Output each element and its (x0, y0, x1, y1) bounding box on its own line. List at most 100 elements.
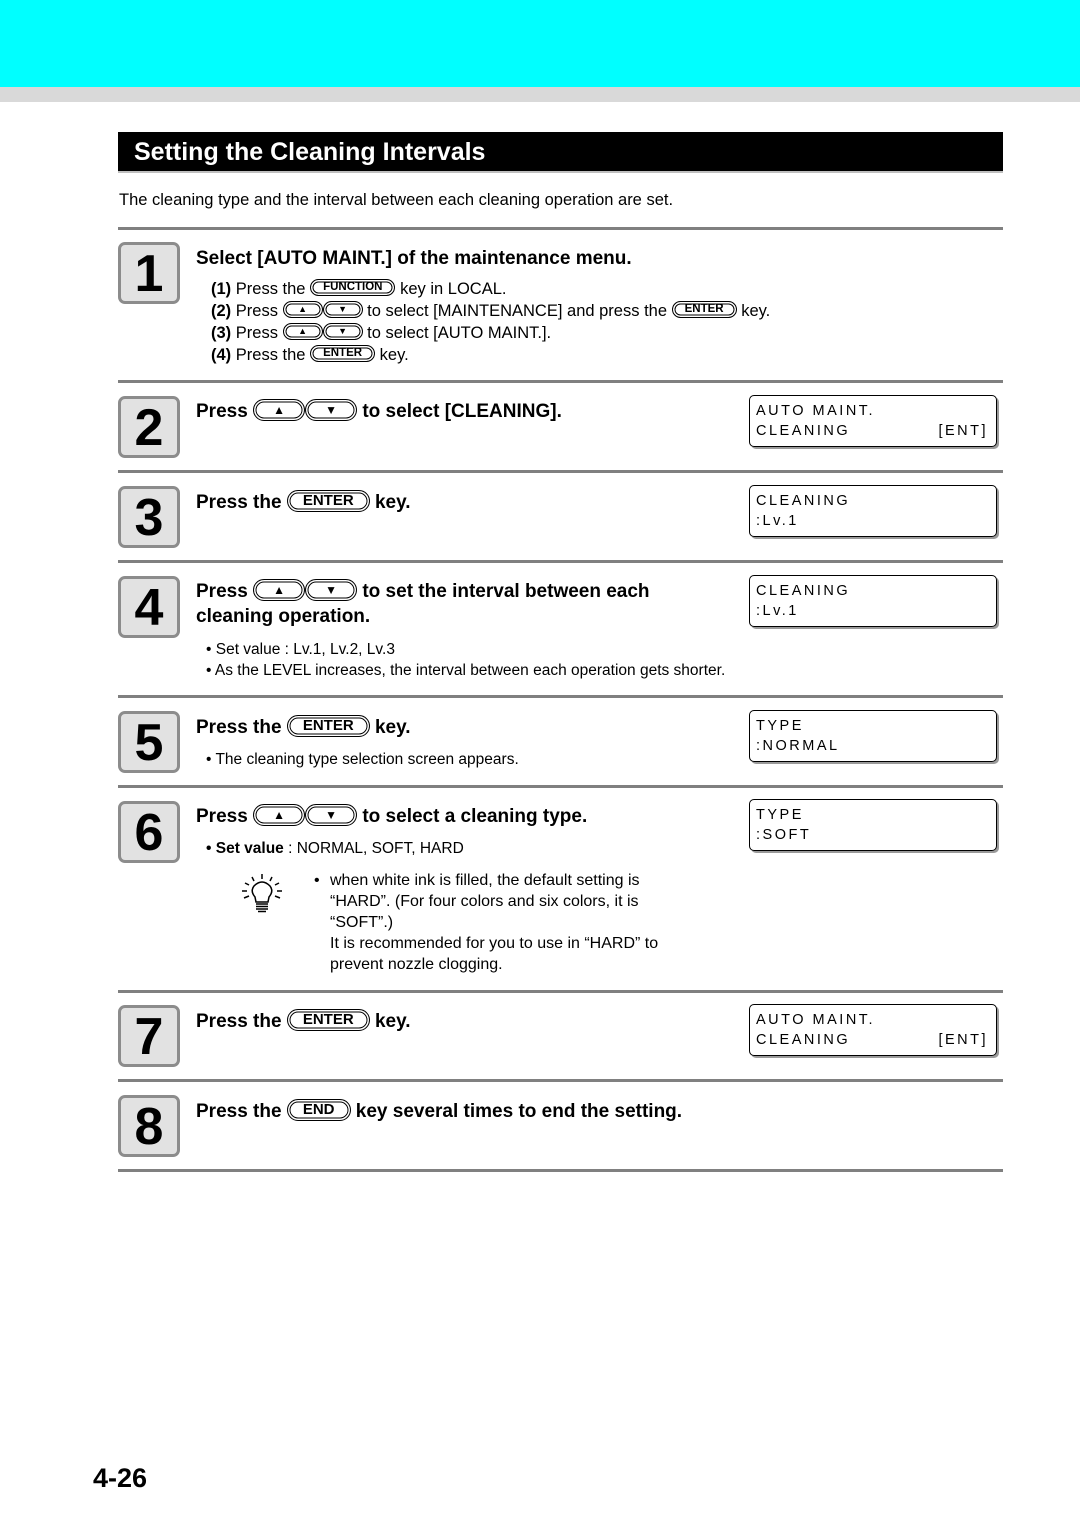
step-3-heading: Press the ENTER key. (196, 489, 411, 515)
section-title-bar: Setting the Cleaning Intervals (118, 132, 1003, 173)
down-arrow-key-icon: ▼ (305, 803, 358, 826)
step-number-4: 4 (118, 576, 180, 638)
note-text: It is recommended for you to use in “HAR… (330, 935, 659, 973)
enter-key-icon: ENTER (671, 301, 737, 319)
substep-number: (1) (211, 280, 232, 298)
function-key-icon: FUNCTION (310, 279, 396, 297)
step-6-heading: Press ▲ ▼ to select a cleaning type. (196, 803, 588, 829)
substep-text: Press the (235, 280, 306, 298)
step-4-heading: Press ▲ ▼ to set the interval between eac… (196, 578, 650, 629)
heading-text: to select a cleaning type. (362, 806, 588, 827)
heading-text: cleaning operation. (196, 606, 371, 627)
lcd-display: CLEANING :Lv.1 (749, 485, 997, 537)
step-number-3: 3 (118, 486, 180, 548)
lightbulb-tip-icon (242, 874, 282, 913)
heading-text: Press the (196, 717, 282, 738)
heading-text: Press (196, 581, 248, 602)
lcd-display: AUTO MAINT. CLEANING [ENT] (749, 395, 997, 447)
step-1-substep-4: (4) Press the ENTER key. (211, 344, 409, 366)
step-1-substep-2: (2) Press ▲ ▼ to select [MAINTENANCE] and… (211, 300, 770, 322)
divider (118, 990, 1003, 993)
lcd-line-1: AUTO MAINT. (756, 1012, 876, 1028)
heading-text: Press (196, 401, 248, 422)
step-5-bullet: • The cleaning type selection screen app… (206, 751, 519, 768)
divider (118, 1079, 1003, 1082)
step-number-1: 1 (118, 242, 180, 304)
lcd-display: AUTO MAINT. CLEANING [ENT] (749, 1004, 997, 1056)
tip-note: • when white ink is filled, the default … (314, 870, 674, 975)
substep-text: key. (379, 346, 409, 364)
substep-number: (3) (211, 324, 232, 342)
step-5-heading: Press the ENTER key. (196, 714, 411, 740)
page-number: 4-26 (93, 1463, 148, 1493)
up-arrow-key-icon: ▲ (253, 398, 306, 421)
set-value-text: : NORMAL, SOFT, HARD (283, 840, 464, 857)
lcd-line-2: CLEANING (756, 1032, 851, 1048)
substep-number: (2) (211, 302, 232, 320)
heading-text: key. (374, 1011, 411, 1032)
up-arrow-key-icon: ▲ (282, 323, 323, 341)
down-arrow-key-icon: ▼ (322, 323, 363, 341)
step-2-heading: Press ▲ ▼ to select [CLEANING]. (196, 398, 562, 424)
heading-text: Press (196, 806, 248, 827)
step-1-substep-3: (3) Press ▲ ▼ to select [AUTO MAINT.]. (211, 322, 551, 344)
down-arrow-key-icon: ▼ (305, 578, 358, 601)
lcd-line-2: CLEANING (756, 423, 851, 439)
substep-text: key in LOCAL. (400, 280, 507, 298)
heading-text: key several times to end the setting. (355, 1101, 683, 1122)
heading-text: to set the interval between each (362, 581, 650, 602)
substep-text: key. (741, 302, 771, 320)
divider (118, 470, 1003, 473)
section-intro: The cleaning type and the interval betwe… (119, 191, 674, 209)
divider (118, 785, 1003, 788)
lcd-line-1: AUTO MAINT. (756, 403, 876, 419)
up-arrow-key-icon: ▲ (253, 803, 306, 826)
substep-text: Press (235, 324, 278, 342)
step-6-set-value: • Set value : NORMAL, SOFT, HARD (206, 838, 464, 859)
set-value-label: • Set value (206, 840, 284, 857)
heading-text: Press the (196, 1011, 282, 1032)
step-number-2: 2 (118, 396, 180, 458)
up-arrow-key-icon: ▲ (282, 301, 323, 319)
enter-key-icon: ENTER (310, 345, 376, 363)
up-arrow-key-icon: ▲ (253, 578, 306, 601)
substep-text: Press the (235, 346, 306, 364)
heading-text: to select [CLEANING]. (362, 401, 562, 422)
step-number-7: 7 (118, 1005, 180, 1067)
step-1-substep-1: (1) Press the FUNCTION key in LOCAL. (211, 278, 506, 300)
enter-key-icon: ENTER (286, 714, 370, 737)
divider (118, 227, 1003, 230)
divider (118, 695, 1003, 698)
lcd-line-1: CLEANING (756, 583, 851, 599)
note-text: when white ink is filled, the default se… (330, 872, 640, 931)
heading-text: Press the (196, 1101, 282, 1122)
step-7-heading: Press the ENTER key. (196, 1008, 411, 1034)
step-number-5: 5 (118, 711, 180, 773)
divider (118, 1169, 1003, 1172)
lcd-line-2: :Lv.1 (756, 603, 799, 619)
heading-text: key. (374, 717, 411, 738)
lcd-display: TYPE :NORMAL (749, 710, 997, 762)
note-bullet: • (314, 872, 320, 889)
lcd-line-1: TYPE (756, 807, 804, 823)
lcd-line-2: :Lv.1 (756, 513, 799, 529)
end-key-icon: END (286, 1098, 351, 1121)
down-arrow-key-icon: ▼ (322, 301, 363, 319)
enter-key-icon: ENTER (286, 489, 370, 512)
substep-text: Press (235, 302, 278, 320)
lcd-line-1: CLEANING (756, 493, 851, 509)
lcd-line-1: TYPE (756, 718, 804, 734)
enter-key-icon: ENTER (286, 1008, 370, 1031)
section-title: Setting the Cleaning Intervals (134, 138, 486, 166)
divider (118, 380, 1003, 383)
substep-text: to select [MAINTENANCE] and press the (367, 302, 668, 320)
lcd-display: TYPE :SOFT (749, 799, 997, 851)
heading-text: Press the (196, 492, 282, 513)
lcd-line-2-right: [ENT] (938, 1032, 988, 1048)
step-number-8: 8 (118, 1095, 180, 1157)
substep-number: (4) (211, 346, 232, 364)
step-8-heading: Press the END key several times to end t… (196, 1098, 683, 1124)
step-4-bullet: • Set value : Lv.1, Lv.2, Lv.3 (206, 641, 395, 658)
step-number-6: 6 (118, 801, 180, 863)
header-gray-band (0, 87, 1080, 102)
